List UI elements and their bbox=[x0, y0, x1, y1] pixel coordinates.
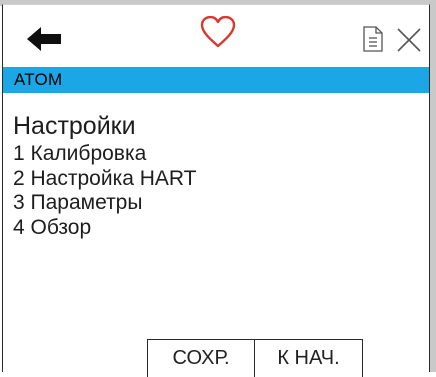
soft-button-bar: СОХР. К НАЧ. bbox=[147, 339, 363, 377]
document-button[interactable] bbox=[359, 23, 387, 59]
save-button[interactable]: СОХР. bbox=[147, 339, 255, 377]
device-window: ATOM Настройки 1 Калибровка 2 Настройка … bbox=[0, 0, 436, 377]
close-button[interactable] bbox=[389, 25, 429, 59]
home-button[interactable]: К НАЧ. bbox=[255, 339, 363, 377]
settings-menu: Настройки 1 Калибровка 2 Настройка HART … bbox=[13, 111, 413, 240]
menu-item-parameters[interactable]: 3 Параметры bbox=[13, 191, 413, 216]
scrollbar[interactable] bbox=[430, 0, 436, 372]
device-name: ATOM bbox=[14, 70, 63, 89]
favorite-button[interactable] bbox=[197, 15, 239, 53]
menu-item-hart-setup[interactable]: 2 Настройка HART bbox=[13, 167, 413, 192]
heart-outline-icon bbox=[200, 15, 236, 53]
document-icon bbox=[363, 25, 383, 57]
device-screen: ATOM Настройки 1 Калибровка 2 Настройка … bbox=[2, 4, 430, 377]
menu-item-calibration[interactable]: 1 Калибровка bbox=[13, 142, 413, 167]
menu-title: Настройки bbox=[13, 112, 136, 140]
menu-item-overview[interactable]: 4 Обзор bbox=[13, 216, 413, 241]
device-name-bar: ATOM bbox=[3, 67, 429, 93]
toolbar bbox=[3, 5, 429, 67]
arrow-left-icon bbox=[27, 26, 61, 56]
close-icon bbox=[396, 27, 422, 58]
back-button[interactable] bbox=[20, 23, 68, 59]
